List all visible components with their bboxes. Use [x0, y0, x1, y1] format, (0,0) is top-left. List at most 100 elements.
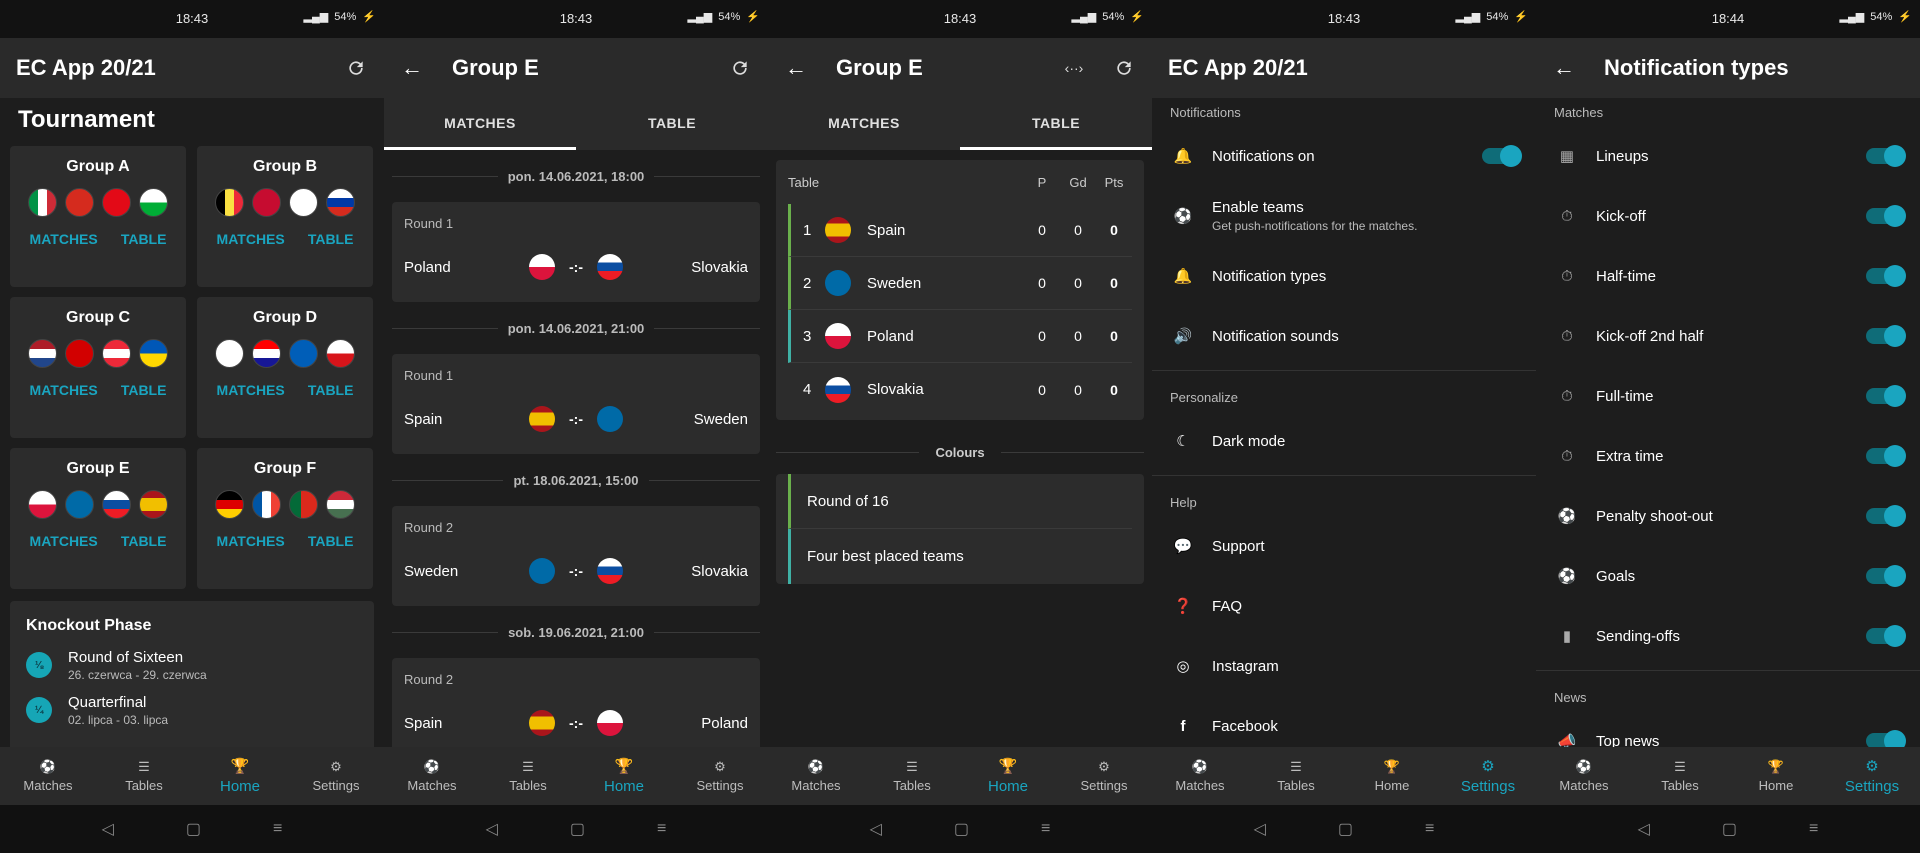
group-table-link[interactable]: TABLE [308, 533, 354, 549]
table-row[interactable]: 4 Slovakia 0 0 0 [788, 363, 1132, 416]
setting-notification-sounds[interactable]: 🔊 Notification sounds [1152, 306, 1536, 366]
nav-settings[interactable]: ⚙ Settings [1056, 747, 1152, 805]
match-card[interactable]: Round 1 Spain -:- Sweden [392, 354, 760, 454]
nav-tables[interactable]: ☰ Tables [96, 747, 192, 805]
group-matches-link[interactable]: MATCHES [217, 231, 285, 247]
group-table-link[interactable]: TABLE [121, 231, 167, 247]
nav-matches[interactable]: ⚽ Matches [384, 747, 480, 805]
knockout-item[interactable]: ¼ Quarterfinal 02. lipca - 03. lipca [26, 694, 358, 727]
group-table-link[interactable]: TABLE [308, 231, 354, 247]
notification-type-row[interactable]: ▦ Lineups [1536, 126, 1920, 186]
nav-tables[interactable]: ☰ Tables [864, 747, 960, 805]
group-matches-link[interactable]: MATCHES [30, 533, 98, 549]
match-card[interactable]: Round 2 Spain -:- Poland [392, 658, 760, 747]
notification-type-row[interactable]: ⏱ Kick-off 2nd half [1536, 306, 1920, 366]
setting-enable-teams[interactable]: ⚽ Enable teams Get push-notifications for… [1152, 186, 1536, 246]
group-matches-link[interactable]: MATCHES [30, 231, 98, 247]
notification-type-toggle[interactable] [1866, 265, 1906, 287]
expand-horizontal-icon[interactable]: ‹··› [1062, 56, 1086, 80]
setting-support[interactable]: 💬 Support [1152, 516, 1536, 576]
nav-settings[interactable]: ⚙ Settings [672, 747, 768, 805]
nav-matches[interactable]: ⚽ Matches [0, 747, 96, 805]
back-icon[interactable]: ◁ [1638, 819, 1650, 839]
nav-settings[interactable]: ⚙ Settings [288, 747, 384, 805]
tab-matches[interactable]: MATCHES [384, 98, 576, 150]
notification-type-row[interactable]: ⚽ Goals [1536, 546, 1920, 606]
back-icon[interactable]: ◁ [1254, 819, 1266, 839]
match-card[interactable]: Round 1 Poland -:- Slovakia [392, 202, 760, 302]
refresh-icon[interactable] [728, 56, 752, 80]
recents-icon[interactable]: ≡ [273, 820, 282, 838]
nav-tables[interactable]: ☰ Tables [1248, 747, 1344, 805]
notification-type-toggle[interactable] [1866, 565, 1906, 587]
table-row[interactable]: 2 Sweden 0 0 0 [788, 257, 1132, 310]
notification-type-row[interactable]: ⏱ Extra time [1536, 426, 1920, 486]
setting-instagram[interactable]: ◎ Instagram [1152, 636, 1536, 696]
nav-tables-label: Tables [509, 778, 547, 793]
nav-settings[interactable]: ⚙ Settings [1824, 747, 1920, 805]
group-matches-link[interactable]: MATCHES [217, 382, 285, 398]
knockout-item[interactable]: ⅛ Round of Sixteen 26. czerwca - 29. czer… [26, 649, 358, 682]
setting-notification-types[interactable]: 🔔 Notification types [1152, 246, 1536, 306]
notification-type-row[interactable]: ⏱ Kick-off [1536, 186, 1920, 246]
notification-type-toggle[interactable] [1866, 505, 1906, 527]
tab-table[interactable]: TABLE [576, 98, 768, 150]
nav-settings[interactable]: ⚙ Settings [1440, 747, 1536, 805]
table-row[interactable]: 3 Poland 0 0 0 [788, 310, 1132, 363]
nav-home[interactable]: 🏆 Home [576, 747, 672, 805]
nav-matches[interactable]: ⚽ Matches [1536, 747, 1632, 805]
tab-table[interactable]: TABLE [960, 98, 1152, 150]
notification-type-toggle[interactable] [1866, 445, 1906, 467]
group-table-link[interactable]: TABLE [121, 533, 167, 549]
notification-type-toggle[interactable] [1866, 625, 1906, 647]
back-icon[interactable]: ◁ [870, 819, 882, 839]
group-matches-link[interactable]: MATCHES [30, 382, 98, 398]
tab-matches[interactable]: MATCHES [768, 98, 960, 150]
group-table-link[interactable]: TABLE [308, 382, 354, 398]
nav-home[interactable]: 🏆 Home [960, 747, 1056, 805]
home-icon[interactable]: ▢ [954, 819, 969, 839]
recents-icon[interactable]: ≡ [1809, 820, 1818, 838]
setting-dark-mode[interactable]: ☾ Dark mode [1152, 411, 1536, 471]
back-icon[interactable]: ◁ [486, 819, 498, 839]
setting-faq[interactable]: ❓ FAQ [1152, 576, 1536, 636]
home-icon[interactable]: ▢ [186, 819, 201, 839]
notifications-toggle[interactable] [1482, 145, 1522, 167]
notification-type-row[interactable]: ⚽ Penalty shoot-out [1536, 486, 1920, 546]
notification-type-row[interactable]: 📣 Top news [1536, 711, 1920, 747]
refresh-icon[interactable] [344, 56, 368, 80]
notification-type-toggle[interactable] [1866, 385, 1906, 407]
recents-icon[interactable]: ≡ [1041, 820, 1050, 838]
home-icon[interactable]: ▢ [570, 819, 585, 839]
table-row[interactable]: 1 Spain 0 0 0 [788, 204, 1132, 257]
group-matches-link[interactable]: MATCHES [217, 533, 285, 549]
back-arrow-icon[interactable]: ← [400, 55, 424, 81]
recents-icon[interactable]: ≡ [657, 820, 666, 838]
nav-matches[interactable]: ⚽ Matches [768, 747, 864, 805]
back-arrow-icon[interactable]: ← [784, 55, 808, 81]
nav-home[interactable]: 🏆 Home [192, 747, 288, 805]
notification-type-toggle[interactable] [1866, 325, 1906, 347]
notification-type-row[interactable]: ⏱ Full-time [1536, 366, 1920, 426]
back-arrow-icon[interactable]: ← [1552, 55, 1576, 81]
group-table-link[interactable]: TABLE [121, 382, 167, 398]
notification-type-toggle[interactable] [1866, 205, 1906, 227]
nav-home[interactable]: 🏆 Home [1728, 747, 1824, 805]
nav-tables[interactable]: ☰ Tables [1632, 747, 1728, 805]
refresh-icon[interactable] [1112, 56, 1136, 80]
recents-icon[interactable]: ≡ [1425, 820, 1434, 838]
top-news-toggle[interactable] [1866, 730, 1906, 747]
nav-tables[interactable]: ☰ Tables [480, 747, 576, 805]
back-icon[interactable]: ◁ [102, 819, 114, 839]
setting-facebook[interactable]: f Facebook [1152, 696, 1536, 747]
setting-notifications-on[interactable]: 🔔 Notifications on [1152, 126, 1536, 186]
standings-card: Table P Gd Pts 1 Spain 0 0 0 2 Sweden 0 0 0 3 Poland 0… [776, 160, 1144, 420]
notification-type-row[interactable]: ⏱ Half-time [1536, 246, 1920, 306]
home-icon[interactable]: ▢ [1338, 819, 1353, 839]
match-card[interactable]: Round 2 Sweden -:- Slovakia [392, 506, 760, 606]
notification-type-row[interactable]: ▮ Sending-offs [1536, 606, 1920, 666]
nav-home[interactable]: 🏆 Home [1344, 747, 1440, 805]
notification-type-toggle[interactable] [1866, 145, 1906, 167]
home-icon[interactable]: ▢ [1722, 819, 1737, 839]
nav-matches[interactable]: ⚽ Matches [1152, 747, 1248, 805]
